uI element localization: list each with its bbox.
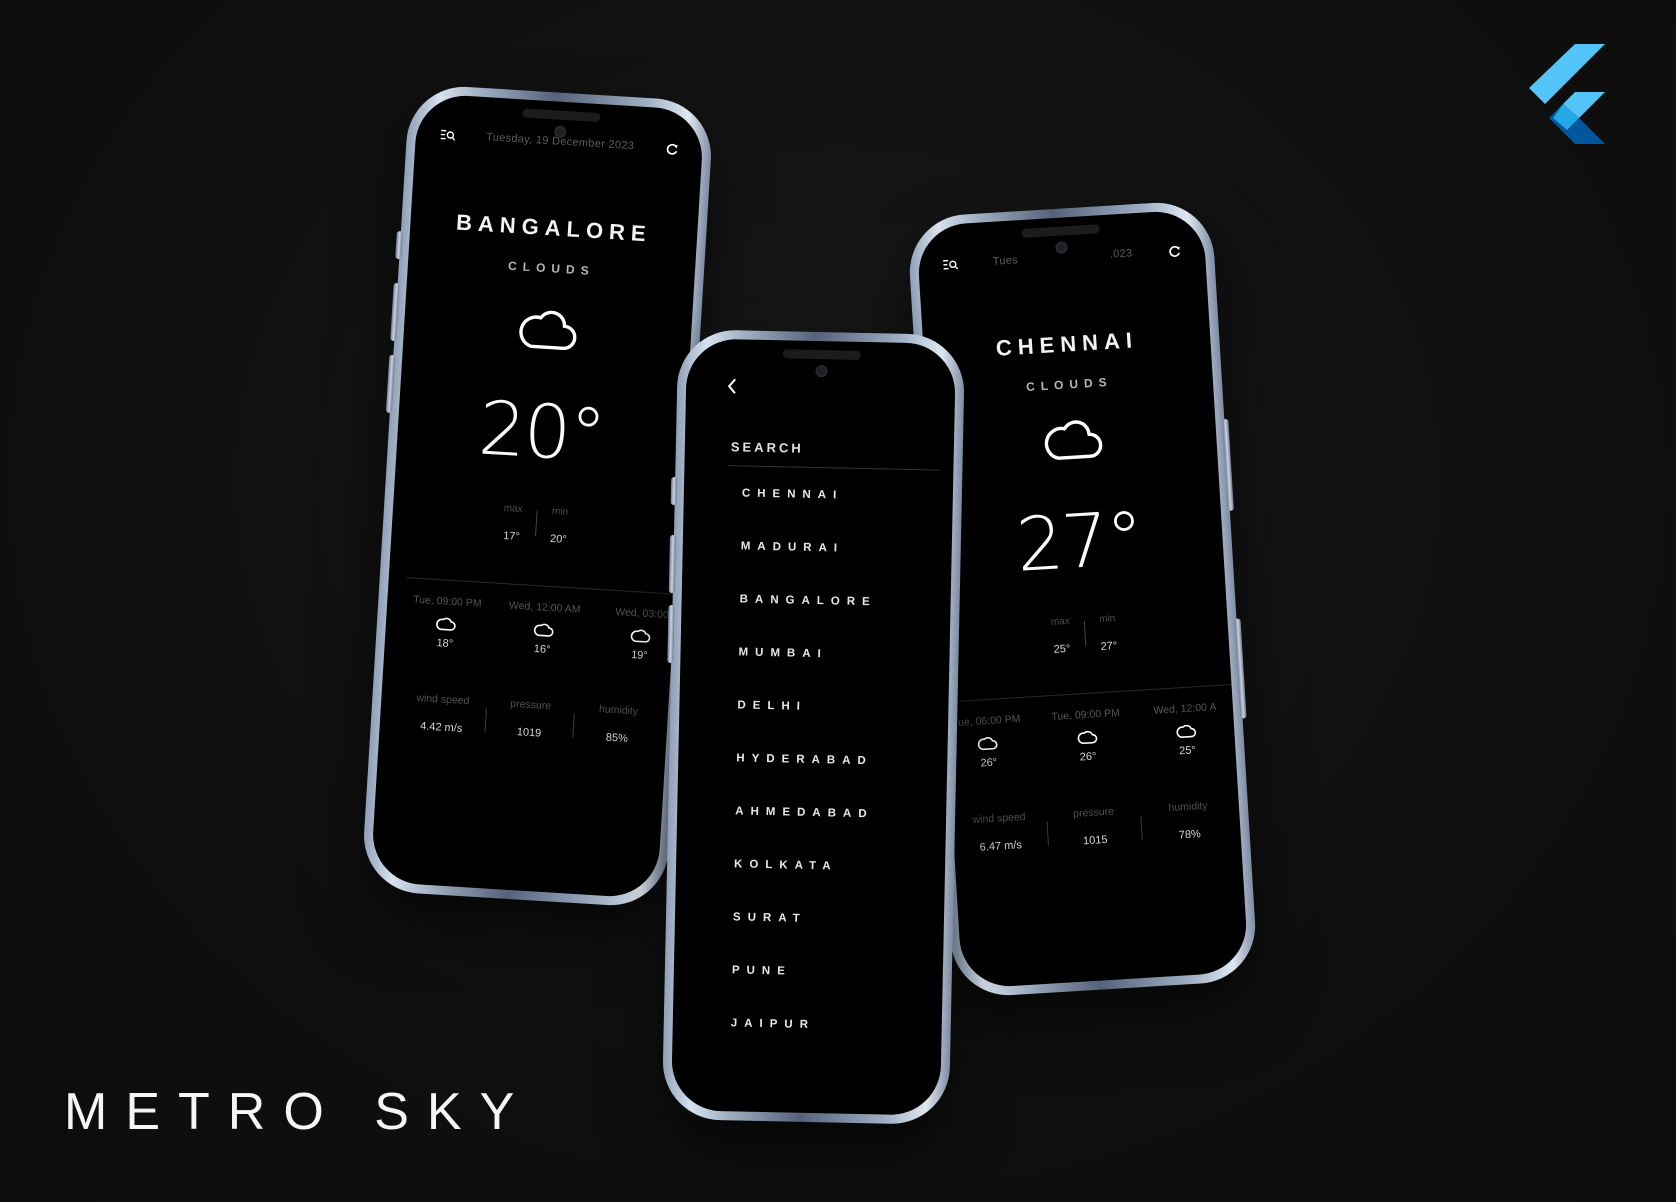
wind-speed-label: wind speed [972,810,1026,827]
forecast-item: Tue, 09:00 PM 18° [399,593,494,653]
wind-speed-value: 6.47 m/s [979,839,1023,854]
search-menu-icon[interactable] [942,256,959,273]
wind-speed-label: wind speed [416,691,470,708]
current-temperature: 27° [1013,495,1145,589]
hourly-forecast: Tue, 09:00 PM 18° Wed, 12:00 AM 16° Wed,… [399,593,689,664]
weather-screen: Tuesday, 19 December 2023 BANGALORE CLOU… [370,92,705,900]
pressure-value: 1019 [516,726,542,740]
refresh-icon[interactable] [1166,242,1183,259]
weather-screen: Tues.023 CHENNAI CLOUDS 27° max 25° min 27… [915,208,1250,990]
forecast-temp: 26° [1079,750,1097,764]
min-label: min [551,505,569,518]
hourly-forecast: Tue, 06:00 PM 26° Tue, 09:00 PM 26° Wed,… [940,700,1234,772]
city-item-jaipur[interactable]: JAIPUR [730,1017,932,1074]
city-item-mumbai[interactable]: MUMBAI [738,646,940,703]
min-value: 27° [1100,639,1118,653]
chevron-left-icon[interactable] [726,377,738,399]
humidity-label: humidity [598,703,639,718]
max-value: 17° [502,529,521,543]
humidity-value: 85% [605,731,629,745]
pressure-label: pressure [1072,805,1115,820]
forecast-item: Tue, 09:00 PM 26° [1039,706,1134,766]
forecast-time: Wed, 12:00 A [1153,701,1217,717]
phone-search: SEARCH CHENNAI MADURAI BANGALORE MUMBAI … [661,329,966,1125]
pressure-value: 1015 [1082,833,1108,848]
cloud-icon [1044,420,1102,460]
flutter-logo-icon [1529,44,1605,144]
city-name: BANGALORE [455,209,653,247]
date-label: Tues.023 [992,247,1133,268]
min-label: min [1098,613,1116,626]
divider [406,577,676,595]
forecast-time: Wed, 12:00 AM [508,599,581,616]
city-item-delhi[interactable]: DELHI [736,699,938,756]
max-label: max [503,502,523,516]
forecast-time: Tue, 09:00 PM [412,593,482,610]
cloud-icon [630,629,651,643]
max-value: 25° [1053,642,1071,656]
cloud-icon [533,623,554,637]
min-value: 20° [549,532,568,546]
brand-title: METRO SKY [64,1083,533,1141]
city-item-kolkata[interactable]: KOLKATA [733,858,935,915]
divider [950,684,1232,703]
city-list: CHENNAI MADURAI BANGALORE MUMBAI DELHI H… [730,487,943,1074]
cloud-icon [518,310,576,350]
cloud-icon [1077,730,1097,745]
wind-speed-value: 4.42 m/s [419,720,463,735]
date-label: Tuesday, 19 December 2023 [485,131,635,153]
city-item-pune[interactable]: PUNE [731,964,933,1021]
city-item-bangalore[interactable]: BANGALORE [739,593,941,650]
search-screen: SEARCH CHENNAI MADURAI BANGALORE MUMBAI … [670,338,957,1116]
cloud-icon [436,617,456,631]
refresh-icon[interactable] [664,140,681,157]
city-item-ahmedabad[interactable]: AHMEDABAD [734,805,936,862]
showcase-stage: Tuesday, 19 December 2023 BANGALORE CLOU… [0,0,1676,1202]
city-name: CHENNAI [995,327,1139,361]
weather-condition: CLOUDS [507,258,596,279]
forecast-temp: 25° [1178,744,1197,758]
search-underline [728,465,940,471]
search-menu-icon[interactable] [439,126,456,143]
cloud-icon [1176,724,1197,739]
city-item-surat[interactable]: SURAT [732,911,934,968]
weather-stats: wind speed 4.42 m/s pressure 1019 humidity… [397,691,662,747]
max-label: max [1050,615,1071,628]
forecast-temp: 26° [980,756,998,770]
pressure-label: pressure [509,697,552,713]
city-item-madurai[interactable]: MADURAI [740,540,942,597]
city-item-chennai[interactable]: CHENNAI [741,487,943,544]
forecast-time: Tue, 09:00 PM [1051,706,1121,724]
forecast-item: Wed, 12:00 AM 16° [496,599,591,659]
min-max-temperature: max 17° min 20° [488,502,583,547]
weather-condition: CLOUDS [1025,374,1114,395]
humidity-value: 78% [1178,828,1202,842]
humidity-label: humidity [1168,799,1208,815]
current-temperature: 20° [476,385,607,479]
forecast-temp: 18° [436,637,454,651]
weather-stats: wind speed 6.47 m/s pressure 1015 humidity… [952,798,1237,855]
city-item-hyderabad[interactable]: HYDERABAD [735,752,937,809]
forecast-temp: 16° [533,643,551,657]
min-max-temperature: max 25° min 27° [1037,612,1132,657]
phone-bangalore: Tuesday, 19 December 2023 BANGALORE CLOU… [360,83,715,909]
search-input[interactable]: SEARCH [731,439,804,456]
cloud-icon [977,737,998,751]
forecast-item: Wed, 12:00 A 25° [1139,700,1234,760]
